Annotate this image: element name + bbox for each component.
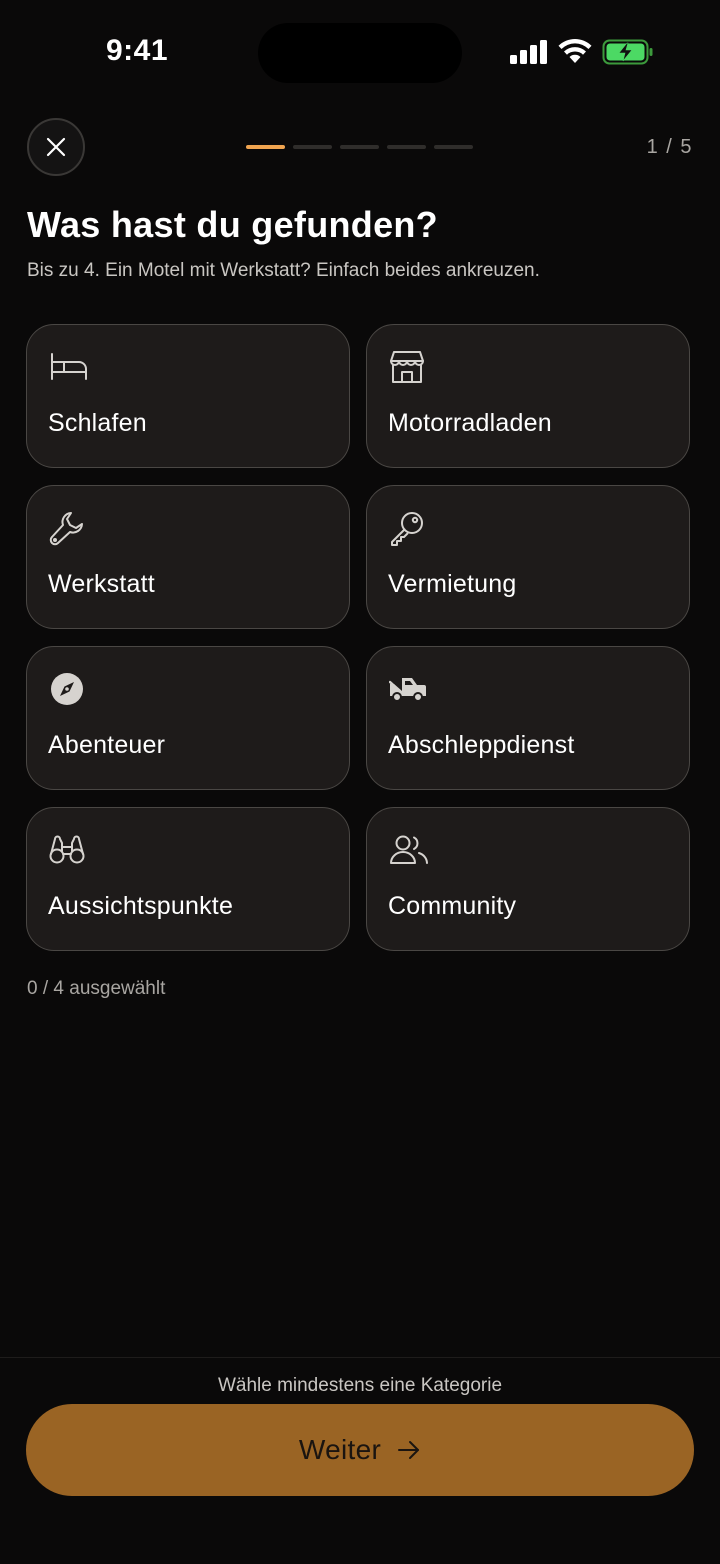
category-card-werkstatt[interactable]: Werkstatt xyxy=(26,485,350,629)
category-grid: Schlafen Motorradladen Werkstatt Vermiet… xyxy=(26,324,690,951)
footer: Wähle mindestens eine Kategorie Weiter xyxy=(0,1357,720,1564)
selection-count: 0 / 4 ausgewählt xyxy=(27,978,166,999)
footer-hint: Wähle mindestens eine Kategorie xyxy=(217,1375,503,1396)
step-counter: 1 / 5 xyxy=(646,136,693,158)
progress-step-2 xyxy=(293,145,332,149)
progress-step-3 xyxy=(340,145,379,149)
step-progress xyxy=(246,145,473,149)
category-label: Abenteuer xyxy=(48,731,166,759)
tow-truck-icon xyxy=(389,671,429,707)
users-icon xyxy=(389,832,429,868)
compass-icon xyxy=(49,671,89,707)
close-button[interactable] xyxy=(27,118,85,176)
progress-step-4 xyxy=(387,145,426,149)
category-card-community[interactable]: Community xyxy=(366,807,690,951)
category-label: Aussichtspunkte xyxy=(48,892,234,920)
status-time: 9:41 xyxy=(106,34,169,67)
category-card-vermietung[interactable]: Vermietung xyxy=(366,485,690,629)
category-label: Community xyxy=(388,892,517,920)
category-card-schlafen[interactable]: Schlafen xyxy=(26,324,350,468)
category-label: Vermietung xyxy=(388,570,517,598)
battery-charging-icon xyxy=(602,39,653,65)
progress-step-1 xyxy=(246,145,285,149)
bed-icon xyxy=(49,349,89,385)
category-card-abenteuer[interactable]: Abenteuer xyxy=(26,646,350,790)
progress-step-5 xyxy=(434,145,473,149)
wifi-icon xyxy=(558,39,592,63)
category-label: Schlafen xyxy=(48,409,147,437)
continue-button[interactable]: Weiter xyxy=(26,1404,694,1496)
continue-label: Weiter xyxy=(298,1434,382,1465)
wrench-icon xyxy=(49,510,89,546)
close-icon xyxy=(46,137,66,157)
category-card-motorradladen[interactable]: Motorradladen xyxy=(366,324,690,468)
category-card-abschleppdienst[interactable]: Abschleppdienst xyxy=(366,646,690,790)
page-title: Was hast du gefunden? xyxy=(27,204,438,245)
binoculars-icon xyxy=(49,832,89,868)
cellular-signal-icon xyxy=(510,40,547,64)
dynamic-island xyxy=(258,23,462,83)
page-subtitle: Bis zu 4. Ein Motel mit Werkstatt? Einfa… xyxy=(27,260,540,281)
category-label: Abschleppdienst xyxy=(388,731,575,759)
arrow-right-icon xyxy=(398,1441,420,1459)
category-card-aussichtspunkte[interactable]: Aussichtspunkte xyxy=(26,807,350,951)
store-icon xyxy=(389,349,429,385)
category-label: Motorradladen xyxy=(388,409,552,437)
category-label: Werkstatt xyxy=(48,570,155,598)
status-bar: 9:41 xyxy=(0,0,720,100)
key-icon xyxy=(389,510,429,546)
